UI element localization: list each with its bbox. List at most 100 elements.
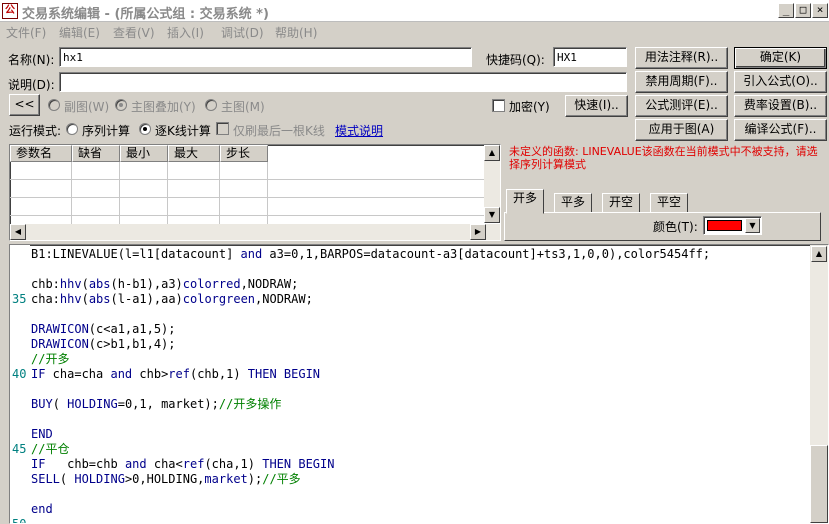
code-token: (h-b1),a3) (110, 277, 183, 291)
close-button[interactable]: × (812, 3, 828, 18)
scroll-down-icon[interactable]: ▼ (484, 207, 500, 223)
scroll-left-icon[interactable]: ◀ (10, 224, 26, 240)
grid-divider (119, 162, 120, 224)
shortcut-input[interactable]: HX1 (553, 47, 627, 67)
code-token: chb> (132, 367, 169, 381)
code-line[interactable]: SELL( HOLDING>0,HOLDING,market);//平多 (31, 472, 809, 487)
editor-vertical-scrollbar[interactable]: ▲ (810, 245, 828, 523)
scroll-right-icon[interactable]: ▶ (470, 224, 486, 240)
column-header-min[interactable]: 最小 (120, 145, 168, 162)
column-header-max[interactable]: 最大 (168, 145, 220, 162)
code-token: cha: (31, 292, 60, 306)
line-number-gutter: 35 40 45 50 (10, 245, 30, 524)
radio-selected-dot (119, 103, 123, 107)
code-text[interactable]: B1:LINEVALUE(l=l1[datacount] and a3=0,1,… (31, 247, 809, 517)
code-line[interactable]: DRAWICON(c>b1,b1,4); (31, 337, 809, 352)
code-token: //开多操作 (218, 397, 282, 411)
scroll-thumb[interactable] (810, 445, 828, 523)
code-line[interactable]: B1:LINEVALUE(l=l1[datacount] and a3=0,1,… (31, 247, 809, 262)
radio-main-overlay[interactable] (115, 99, 127, 111)
scroll-up-icon[interactable]: ▲ (484, 145, 500, 161)
table-horizontal-scrollbar[interactable]: ◀ ▶ (10, 224, 500, 240)
description-label: 说明(D): (8, 78, 55, 92)
column-header-name[interactable]: 参数名 (10, 145, 72, 162)
menu-view[interactable]: 查看(V) (113, 24, 155, 41)
radio-mode-sequence[interactable] (66, 123, 78, 135)
radio-sub-chart[interactable] (48, 99, 60, 111)
menu-debug[interactable]: 调试(D) (221, 24, 264, 41)
radio-mode-per-bar[interactable] (139, 123, 151, 135)
column-header-step[interactable]: 步长 (220, 145, 268, 162)
code-line[interactable]: END (31, 427, 809, 442)
encrypt-checkbox[interactable] (492, 99, 505, 112)
code-line[interactable]: //平仓 (31, 442, 809, 457)
import-formula-button[interactable]: 引入公式(O).. (734, 71, 827, 93)
color-select[interactable]: ▼ (703, 216, 762, 235)
code-line[interactable] (31, 487, 809, 502)
refresh-last-checkbox[interactable] (216, 122, 229, 135)
minimize-button[interactable]: _ (778, 3, 794, 18)
code-line[interactable]: IF chb=chb and cha<ref(cha,1) THEN BEGIN (31, 457, 809, 472)
scroll-up-icon[interactable]: ▲ (811, 246, 827, 262)
confirm-button[interactable]: 确定(K) (734, 47, 827, 69)
compile-formula-button[interactable]: 编译公式(F).. (734, 119, 827, 141)
code-token: ( (81, 292, 89, 306)
code-token: IF (31, 367, 46, 381)
description-input[interactable] (59, 72, 627, 92)
code-line[interactable]: end (31, 502, 809, 517)
collapse-button[interactable]: << (9, 94, 40, 116)
table-vertical-scrollbar[interactable]: ▲ ▼ (484, 145, 500, 223)
code-token: //平多 (262, 472, 301, 486)
usage-notes-button[interactable]: 用法注释(R).. (635, 47, 728, 69)
apply-to-chart-button[interactable]: 应用于图(A) (635, 119, 728, 141)
refresh-last-label: 仅刷最后一根K线 (233, 124, 325, 138)
code-line[interactable] (31, 382, 809, 397)
line-number: 40 (12, 367, 27, 381)
column-header-default[interactable]: 缺省 (72, 145, 120, 162)
tab-open-short[interactable]: 开空 (602, 193, 641, 213)
tab-open-long[interactable]: 开多 (506, 189, 545, 214)
tab-close-short[interactable]: 平空 (650, 193, 689, 213)
menu-insert[interactable]: 插入(I) (167, 24, 204, 41)
line-number: 50 (12, 517, 27, 524)
code-line[interactable] (31, 412, 809, 427)
parameter-table[interactable]: 参数名 缺省 最小 最大 步长 ▲ ▼ ◀ ▶ (9, 144, 501, 241)
maximize-button[interactable]: □ (795, 3, 811, 18)
window-title: 交易系统编辑 - (所属公式组 : 交易系统 *) (22, 7, 269, 22)
code-line[interactable]: IF cha=cha and chb>ref(chb,1) THEN BEGIN (31, 367, 809, 382)
code-token: B1:LINEVALUE(l=l1[datacount] (31, 247, 241, 261)
code-line[interactable] (31, 262, 809, 277)
code-line[interactable]: BUY( HOLDING=0,1, market);//开多操作 (31, 397, 809, 412)
code-line[interactable] (31, 307, 809, 322)
code-token: end (31, 502, 53, 516)
code-line[interactable]: chb:hhv(abs(h-b1),a3)colorred,NODRAW; (31, 277, 809, 292)
fee-settings-button[interactable]: 费率设置(B).. (734, 95, 827, 117)
speed-button[interactable]: 快速(I).. (565, 95, 628, 117)
code-token: ( (52, 397, 68, 411)
title-bar: 公 交易系统编辑 - (所属公式组 : 交易系统 *) _ □ × (0, 0, 829, 22)
menu-edit[interactable]: 编辑(E) (59, 24, 100, 41)
code-token: cha=cha (45, 367, 111, 381)
name-label: 名称(N): (8, 53, 55, 67)
chevron-down-icon[interactable]: ▼ (745, 218, 760, 233)
menu-help[interactable]: 帮助(H) (275, 24, 317, 41)
code-line[interactable]: //开多 (31, 352, 809, 367)
table-row[interactable] (10, 162, 486, 180)
code-token: //平仓 (31, 442, 70, 456)
table-row[interactable] (10, 198, 486, 216)
menu-file[interactable]: 文件(F) (6, 24, 46, 41)
formula-test-button[interactable]: 公式测评(E).. (635, 95, 728, 117)
code-token: HOLDING (67, 397, 118, 411)
table-row[interactable] (10, 180, 486, 198)
radio-main-chart[interactable] (205, 99, 217, 111)
disable-periods-button[interactable]: 禁用周期(F).. (635, 71, 728, 93)
code-token: ( (59, 472, 75, 486)
name-input[interactable]: hx1 (59, 47, 472, 67)
code-line[interactable]: cha:hhv(abs(l-a1),aa)colorgreen,NODRAW; (31, 292, 809, 307)
code-editor[interactable]: 35 40 45 50 B1:LINEVALUE(l=l1[datacount]… (9, 244, 829, 524)
tab-close-long[interactable]: 平多 (554, 193, 593, 213)
mode-help-link[interactable]: 模式说明 (335, 122, 383, 139)
code-token: IF (31, 457, 46, 471)
code-token: colorgreen (182, 292, 256, 306)
code-line[interactable]: DRAWICON(c<a1,a1,5); (31, 322, 809, 337)
